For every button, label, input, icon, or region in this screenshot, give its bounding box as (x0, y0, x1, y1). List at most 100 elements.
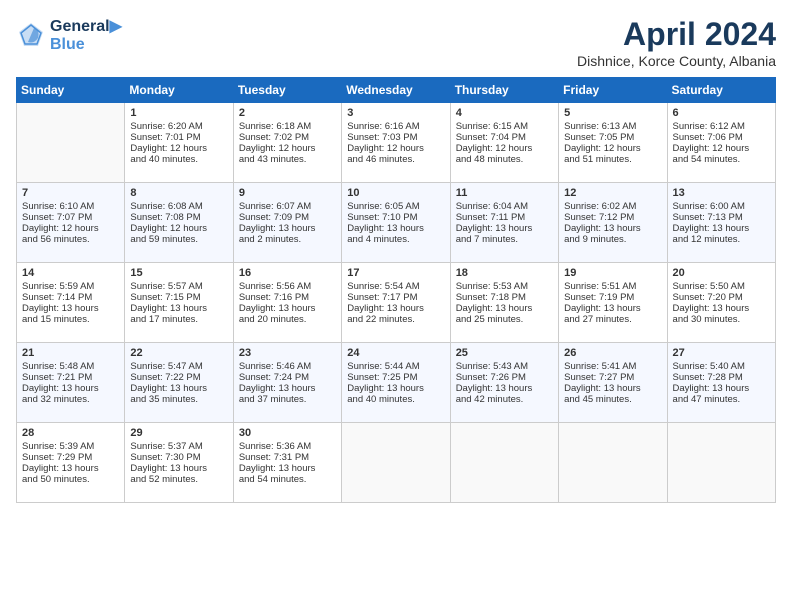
weekday-wednesday: Wednesday (342, 78, 450, 103)
day-info-line: Sunrise: 5:59 AM (22, 281, 119, 292)
day-number: 22 (130, 347, 227, 359)
day-info-line: Sunrise: 5:56 AM (239, 281, 336, 292)
day-info-line: Sunset: 7:09 PM (239, 212, 336, 223)
day-number: 25 (456, 347, 553, 359)
day-info-line: and 54 minutes. (239, 474, 336, 485)
weekday-sunday: Sunday (17, 78, 125, 103)
day-number: 9 (239, 187, 336, 199)
day-info-line: Daylight: 12 hours (673, 143, 770, 154)
calendar-cell: 2Sunrise: 6:18 AMSunset: 7:02 PMDaylight… (233, 103, 341, 183)
day-info-line: Sunrise: 6:04 AM (456, 201, 553, 212)
day-info-line: Sunrise: 5:44 AM (347, 361, 444, 372)
day-info-line: and 43 minutes. (239, 154, 336, 165)
day-info-line: Sunrise: 6:20 AM (130, 121, 227, 132)
day-number: 17 (347, 267, 444, 279)
day-info-line: Sunrise: 5:36 AM (239, 441, 336, 452)
day-info-line: Daylight: 12 hours (130, 143, 227, 154)
day-info-line: Sunset: 7:04 PM (456, 132, 553, 143)
day-info-line: Sunrise: 5:51 AM (564, 281, 661, 292)
day-number: 16 (239, 267, 336, 279)
calendar-cell (342, 423, 450, 503)
weekday-tuesday: Tuesday (233, 78, 341, 103)
day-number: 28 (22, 427, 119, 439)
calendar-week-4: 21Sunrise: 5:48 AMSunset: 7:21 PMDayligh… (17, 343, 776, 423)
day-info-line: Daylight: 13 hours (673, 303, 770, 314)
day-info-line: Daylight: 12 hours (456, 143, 553, 154)
calendar-cell: 19Sunrise: 5:51 AMSunset: 7:19 PMDayligh… (559, 263, 667, 343)
calendar-cell: 28Sunrise: 5:39 AMSunset: 7:29 PMDayligh… (17, 423, 125, 503)
day-info-line: Sunset: 7:21 PM (22, 372, 119, 383)
day-info-line: Daylight: 13 hours (456, 303, 553, 314)
day-info-line: Daylight: 13 hours (130, 463, 227, 474)
day-info-line: Sunrise: 6:12 AM (673, 121, 770, 132)
day-number: 30 (239, 427, 336, 439)
day-info-line: Sunset: 7:22 PM (130, 372, 227, 383)
day-info-line: and 25 minutes. (456, 314, 553, 325)
calendar-cell: 22Sunrise: 5:47 AMSunset: 7:22 PMDayligh… (125, 343, 233, 423)
day-info-line: Sunrise: 5:57 AM (130, 281, 227, 292)
day-number: 11 (456, 187, 553, 199)
day-info-line: Sunrise: 5:53 AM (456, 281, 553, 292)
day-info-line: Sunset: 7:02 PM (239, 132, 336, 143)
day-number: 21 (22, 347, 119, 359)
day-info-line: Sunrise: 6:15 AM (456, 121, 553, 132)
day-info-line: and 40 minutes. (130, 154, 227, 165)
calendar-body: 1Sunrise: 6:20 AMSunset: 7:01 PMDaylight… (17, 103, 776, 503)
calendar-cell: 30Sunrise: 5:36 AMSunset: 7:31 PMDayligh… (233, 423, 341, 503)
day-info-line: and 50 minutes. (22, 474, 119, 485)
day-info-line: and 35 minutes. (130, 394, 227, 405)
day-number: 23 (239, 347, 336, 359)
calendar-cell: 21Sunrise: 5:48 AMSunset: 7:21 PMDayligh… (17, 343, 125, 423)
day-info-line: and 27 minutes. (564, 314, 661, 325)
day-info-line: Daylight: 13 hours (239, 463, 336, 474)
calendar-cell: 10Sunrise: 6:05 AMSunset: 7:10 PMDayligh… (342, 183, 450, 263)
calendar-table: SundayMondayTuesdayWednesdayThursdayFrid… (16, 77, 776, 503)
day-number: 24 (347, 347, 444, 359)
day-info-line: Sunset: 7:25 PM (347, 372, 444, 383)
day-number: 10 (347, 187, 444, 199)
calendar-cell: 5 Sunrise: 6:13 AMSunset: 7:05 PMDaylight… (559, 103, 667, 183)
calendar-week-5: 28Sunrise: 5:39 AMSunset: 7:29 PMDayligh… (17, 423, 776, 503)
day-info-line: Sunrise: 6:10 AM (22, 201, 119, 212)
day-info-line: Sunrise: 6:00 AM (673, 201, 770, 212)
calendar-cell: 27Sunrise: 5:40 AMSunset: 7:28 PMDayligh… (667, 343, 775, 423)
day-info-line: Sunset: 7:24 PM (239, 372, 336, 383)
calendar-cell (450, 423, 558, 503)
weekday-header-row: SundayMondayTuesdayWednesdayThursdayFrid… (17, 78, 776, 103)
day-info-line: and 22 minutes. (347, 314, 444, 325)
day-info-line: Sunrise: 5:40 AM (673, 361, 770, 372)
day-number: 14 (22, 267, 119, 279)
day-info-line: Sunrise: 6:13 AM (564, 121, 661, 132)
day-info-line: Daylight: 12 hours (239, 143, 336, 154)
day-info-line: Sunset: 7:29 PM (22, 452, 119, 463)
calendar-cell: 16Sunrise: 5:56 AMSunset: 7:16 PMDayligh… (233, 263, 341, 343)
day-info-line: Sunset: 7:03 PM (347, 132, 444, 143)
day-info-line: and 20 minutes. (239, 314, 336, 325)
day-info-line: and 30 minutes. (673, 314, 770, 325)
day-info-line: Sunset: 7:08 PM (130, 212, 227, 223)
weekday-monday: Monday (125, 78, 233, 103)
calendar-cell: 29Sunrise: 5:37 AMSunset: 7:30 PMDayligh… (125, 423, 233, 503)
day-info-line: Sunset: 7:26 PM (456, 372, 553, 383)
day-info-line: Daylight: 12 hours (564, 143, 661, 154)
day-info-line: Sunrise: 5:48 AM (22, 361, 119, 372)
weekday-thursday: Thursday (450, 78, 558, 103)
calendar-cell (667, 423, 775, 503)
day-number: 5 (564, 107, 661, 119)
calendar-cell: 26Sunrise: 5:41 AMSunset: 7:27 PMDayligh… (559, 343, 667, 423)
day-info-line: and 46 minutes. (347, 154, 444, 165)
day-info-line: Sunset: 7:13 PM (673, 212, 770, 223)
weekday-friday: Friday (559, 78, 667, 103)
day-info-line: and 9 minutes. (564, 234, 661, 245)
day-number: 12 (564, 187, 661, 199)
day-info-line: and 51 minutes. (564, 154, 661, 165)
day-info-line: Sunset: 7:05 PM (564, 132, 661, 143)
logo-icon (16, 20, 46, 50)
calendar-cell: 20Sunrise: 5:50 AMSunset: 7:20 PMDayligh… (667, 263, 775, 343)
day-number: 1 (130, 107, 227, 119)
day-info-line: Sunset: 7:10 PM (347, 212, 444, 223)
day-info-line: Sunrise: 6:18 AM (239, 121, 336, 132)
day-info-line: and 15 minutes. (22, 314, 119, 325)
calendar-cell: 15Sunrise: 5:57 AMSunset: 7:15 PMDayligh… (125, 263, 233, 343)
day-info-line: Sunrise: 5:46 AM (239, 361, 336, 372)
